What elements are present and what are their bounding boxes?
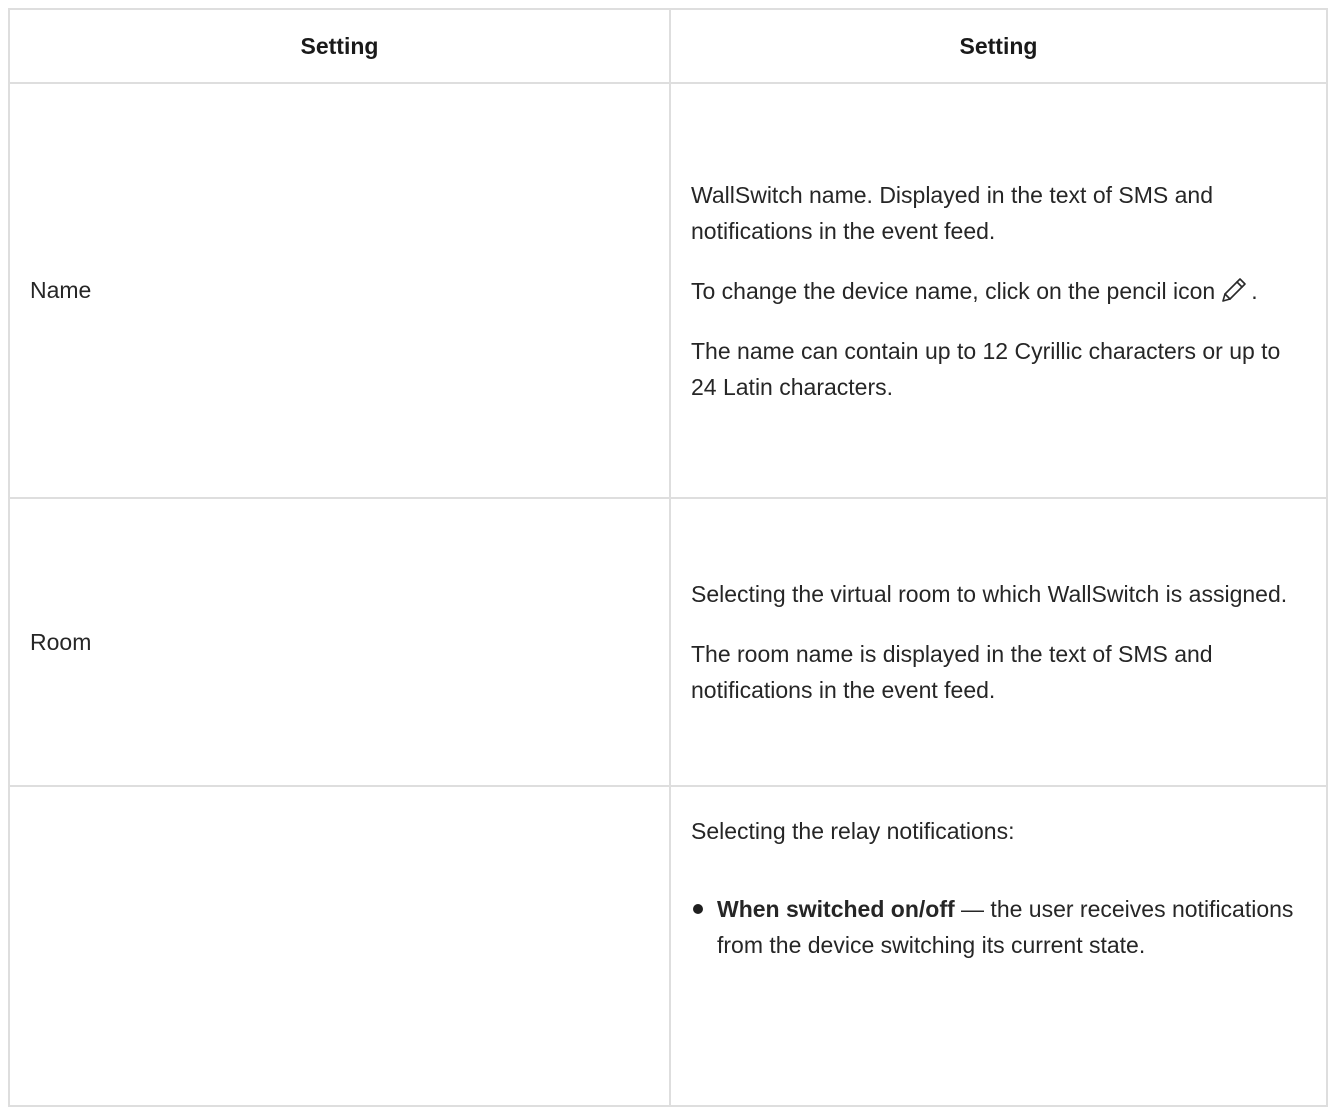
description-paragraph: The name can contain up to 12 Cyrillic c… <box>691 337 1281 400</box>
description-paragraph: WallSwitch name. Displayed in the text o… <box>691 181 1213 244</box>
setting-name-cell <box>8 785 671 1107</box>
header-setting-name: Setting <box>8 8 671 84</box>
description-paragraph: The room name is displayed in the text o… <box>691 641 1213 703</box>
pencil-suffix: . <box>1251 277 1258 304</box>
option-term: When switched on/off <box>717 896 955 922</box>
description-text: To change the device name, click on the … <box>691 277 1216 304</box>
table-row-name: Name WallSwitch name. Displayed in the t… <box>8 82 1328 499</box>
table-row-notifications: Selecting the relay notifications: When … <box>8 785 1328 1107</box>
description-paragraph-pencil: To change the device name, click on the … <box>691 273 1302 309</box>
table-header-row: Setting Setting <box>8 8 1328 84</box>
notification-options-list: When switched on/off — the user receives… <box>691 891 1302 963</box>
setting-description-cell: WallSwitch name. Displayed in the text o… <box>669 82 1328 499</box>
setting-description-cell: Selecting the virtual room to which Wall… <box>669 497 1328 787</box>
header-setting-description: Setting <box>669 8 1328 84</box>
bullet-icon <box>693 904 703 914</box>
settings-table: Setting Setting Name WallSwitch name. Di… <box>8 8 1328 1107</box>
pencil-icon <box>1222 277 1247 302</box>
description-intro: Selecting the relay notifications: <box>691 818 1015 844</box>
list-item: When switched on/off — the user receives… <box>691 891 1302 963</box>
setting-name-cell: Name <box>8 82 671 499</box>
setting-description-cell: Selecting the relay notifications: When … <box>669 785 1328 1107</box>
description-paragraph: Selecting the virtual room to which Wall… <box>691 581 1288 607</box>
setting-name-cell: Room <box>8 497 671 787</box>
table-row-room: Room Selecting the virtual room to which… <box>8 497 1328 787</box>
